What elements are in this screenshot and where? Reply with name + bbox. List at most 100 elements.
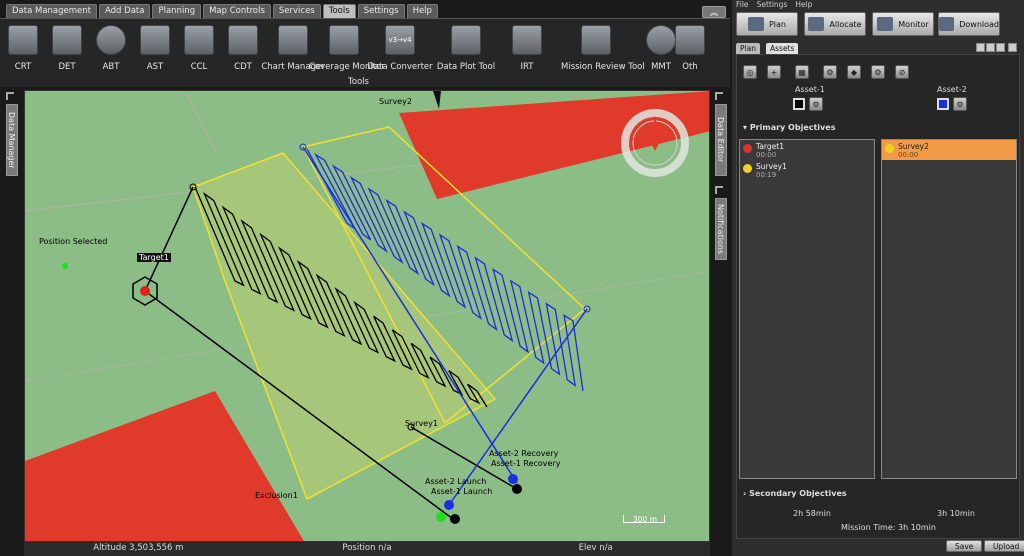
position-readout: Position n/a	[342, 543, 392, 553]
asset1-objectives-list[interactable]: Target1 00:00 Survey1 00:19	[739, 139, 875, 479]
v3-v4-icon: v3→v4	[385, 25, 415, 55]
survey1-label: Survey1	[405, 419, 438, 428]
download-icon	[939, 17, 955, 31]
asset2-color-swatch[interactable]	[937, 98, 949, 110]
data-manager-tab[interactable]: Data Manager	[6, 104, 18, 176]
mission-panel: File Settings Help Plan Allocate Monitor…	[732, 0, 1024, 556]
menu-tab-map-controls[interactable]: Map Controls	[203, 4, 271, 18]
file-menu[interactable]: File	[736, 0, 749, 10]
menu-tab-services[interactable]: Services	[272, 4, 321, 18]
plot-icon	[451, 25, 481, 55]
primary-objectives-title[interactable]: ▾ Primary Objectives	[743, 123, 835, 132]
settings-icon[interactable]: ⚙	[823, 65, 837, 79]
survey-icon	[885, 144, 894, 153]
map-view[interactable]: Survey2 Position Selected Target1 Survey…	[24, 90, 710, 542]
save-button[interactable]: Save	[946, 540, 983, 552]
asset1-recovery-marker[interactable]	[512, 484, 522, 494]
objective-item[interactable]: Target1 00:00	[740, 140, 874, 160]
asset1-color-swatch[interactable]	[793, 98, 805, 110]
dock-corner-icon[interactable]	[715, 186, 723, 194]
upload-button[interactable]: Upload	[984, 540, 1024, 552]
collapse-toolbar-button[interactable]: ︽	[702, 6, 726, 18]
nav-left-button[interactable]	[976, 43, 985, 52]
tab-plan[interactable]: Plan	[736, 43, 760, 54]
tool-data-plot-tool[interactable]: Data Plot Tool	[431, 25, 501, 72]
monitor-button[interactable]: Monitor	[872, 12, 934, 36]
data-editor-tab[interactable]: Data Editor	[715, 104, 727, 176]
dock-corner-icon[interactable]	[6, 92, 14, 100]
tools-group-label: Tools	[348, 77, 369, 87]
objective-item[interactable]: Survey2 00:00	[882, 140, 1016, 160]
notifications-tab[interactable]: Notifications	[715, 198, 727, 260]
target-icon	[743, 144, 752, 153]
tool-irt[interactable]: IRT	[492, 25, 562, 72]
asset1-launch-marker[interactable]	[436, 512, 446, 522]
altitude-readout: Altitude 3,503,556 m	[93, 543, 184, 553]
allocate-icon	[808, 17, 825, 31]
asset2-settings-icon[interactable]: ⚙	[953, 97, 967, 111]
dock-corner-icon[interactable]	[715, 92, 723, 100]
help-menu[interactable]: Help	[795, 0, 812, 10]
diamond-icon[interactable]: ◆	[847, 65, 861, 79]
status-bar: Altitude 3,503,556 m Position n/a Elev n…	[24, 542, 710, 556]
asset-tool-icon[interactable]: ◎	[743, 65, 757, 79]
asset1-launch-point[interactable]	[450, 514, 460, 524]
arrow-down-icon	[675, 25, 705, 55]
exclusion1-label: Exclusion1	[255, 491, 298, 500]
gear-icon[interactable]: ⚙	[871, 65, 885, 79]
survey-icon	[743, 164, 752, 173]
asset2-launch-label: Asset-2 Launch	[425, 477, 487, 486]
mission-time: Mission Time: 3h 10min	[841, 523, 936, 532]
dots-icon	[228, 25, 258, 55]
link-icon[interactable]: ⊘	[895, 65, 909, 79]
asset1-recovery-label: Asset-1 Recovery	[491, 459, 561, 468]
close-panel-button[interactable]	[1008, 43, 1017, 52]
menu-tab-tools[interactable]: Tools	[322, 4, 356, 18]
coverage-icon	[329, 25, 359, 55]
asset2-recovery-marker[interactable]	[508, 474, 518, 484]
menu-tab-planning[interactable]: Planning	[152, 4, 202, 18]
elevation-readout: Elev n/a	[578, 543, 613, 553]
menu-tab-help[interactable]: Help	[406, 4, 438, 18]
tool-mission-review-tool[interactable]: Mission Review Tool	[561, 25, 645, 72]
dropdown-button[interactable]	[996, 43, 1005, 52]
tool-data-converter[interactable]: v3→v4 Data Converter	[365, 25, 435, 72]
asset1-launch-label: Asset-1 Launch	[431, 487, 493, 496]
assets-content: ◎ + ▦ ⚙ ◆ ⚙ ⊘ Asset-1 Asset-2 ⚙ ⚙ ▾ Prim…	[736, 54, 1020, 539]
survey2-label: Survey2	[379, 97, 412, 106]
settings-menu[interactable]: Settings	[757, 0, 788, 10]
download-button[interactable]: Download	[938, 12, 1000, 36]
objective-item[interactable]: Survey1 00:19	[740, 160, 874, 180]
irt-icon	[512, 25, 542, 55]
asset2-time: 3h 10min	[937, 509, 975, 518]
tab-assets[interactable]: Assets	[766, 43, 799, 54]
asset2-recovery-label: Asset-2 Recovery	[489, 449, 559, 458]
menu-tab-data-management[interactable]: Data Management	[6, 4, 97, 18]
asset2-launch-marker[interactable]	[444, 500, 454, 510]
menu-tabs: Data Management Add Data Planning Map Contr…	[6, 4, 438, 18]
target1-label: Target1	[137, 253, 171, 262]
monitor-icon	[877, 17, 894, 31]
secondary-objectives-title[interactable]: › Secondary Objectives	[743, 489, 847, 498]
exclusion-zone	[25, 391, 304, 541]
nav-right-button[interactable]	[986, 43, 995, 52]
plan-button[interactable]: Plan	[736, 12, 798, 36]
asset2-objectives-list[interactable]: Survey2 00:00	[881, 139, 1017, 479]
position-selected-label: Position Selected	[39, 237, 108, 246]
menu-tab-settings[interactable]: Settings	[357, 4, 405, 18]
grid-icon[interactable]: ▦	[795, 65, 809, 79]
tool-oth[interactable]: Oth	[655, 25, 725, 72]
scale-label: 300 m	[633, 515, 658, 524]
asset2-label: Asset-2	[937, 85, 967, 94]
menu-tab-add-data[interactable]: Add Data	[99, 4, 151, 18]
map-canvas[interactable]	[25, 91, 710, 542]
plan-icon	[747, 17, 764, 31]
asset1-settings-icon[interactable]: ⚙	[809, 97, 823, 111]
allocate-button[interactable]: Allocate	[804, 12, 866, 36]
position-selected-marker	[62, 263, 68, 269]
exclusion-zone	[399, 91, 709, 199]
chart-map-icon	[278, 25, 308, 55]
add-icon[interactable]: +	[767, 65, 781, 79]
document-icon	[581, 25, 611, 55]
panel-menu: File Settings Help	[736, 0, 812, 10]
